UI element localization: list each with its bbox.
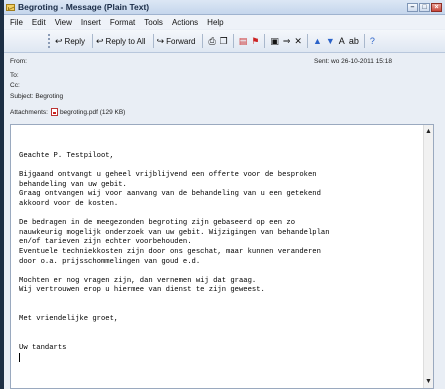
menu-help[interactable]: Help xyxy=(207,18,223,27)
previous-icon[interactable]: ▲ xyxy=(313,36,322,46)
body-line: Met vriendelijke groet, xyxy=(19,315,119,324)
body-line: Wij vertrouwen erop u hiermee van dienst… xyxy=(19,286,265,295)
print-icon[interactable]: ⎙ xyxy=(208,36,215,47)
menu-file[interactable]: File xyxy=(10,18,23,27)
message-body[interactable]: Geachte P. Testpiloot, Bijgaand ontvangt… xyxy=(10,124,434,389)
to-label: To: xyxy=(10,72,19,79)
subject-label: Subject: xyxy=(10,93,34,100)
forward-button[interactable]: ↪ Forward xyxy=(157,36,196,47)
address-book-icon[interactable]: ▣ xyxy=(270,36,279,47)
menu-insert[interactable]: Insert xyxy=(81,18,101,27)
subject-value: Begroting xyxy=(35,93,64,100)
pdf-icon xyxy=(50,108,58,116)
toolbar-separator xyxy=(264,34,266,48)
font-size-icon[interactable]: A xyxy=(339,36,345,46)
forward-label: Forward xyxy=(166,36,196,46)
toolbar-separator xyxy=(152,34,154,48)
reply-all-label: Reply to All xyxy=(105,36,146,46)
body-line xyxy=(19,325,417,335)
sent-label: Sent: xyxy=(314,58,330,65)
body-line: Eventuele techniekkosten zijn door ons g… xyxy=(19,247,321,256)
scroll-up-icon[interactable]: ▲ xyxy=(424,127,433,136)
menu-bar: File Edit View Insert Format Tools Actio… xyxy=(4,15,445,29)
attachment-link[interactable]: begroting.pdf (129 KB) xyxy=(60,109,125,116)
toolbar-grip[interactable] xyxy=(48,34,53,48)
toolbar-separator xyxy=(232,34,234,48)
minimize-button[interactable]: – xyxy=(407,2,418,12)
body-line xyxy=(19,210,417,220)
body-line xyxy=(19,267,417,277)
sent-value: wo 26-10-2011 15:18 xyxy=(331,58,392,65)
toolbar-separator xyxy=(202,34,204,48)
reply-all-button[interactable]: ↩ Reply to All xyxy=(96,36,146,47)
categorize-icon[interactable]: ▤ xyxy=(239,36,248,47)
message-header: From: Sent: wo 26-10-2011 15:18 To: Cc: … xyxy=(4,53,445,119)
envelope-icon xyxy=(6,3,15,11)
delete-icon[interactable]: ✕ xyxy=(294,36,302,47)
move-icon[interactable]: ⇒ xyxy=(283,36,291,47)
scroll-down-icon[interactable]: ▼ xyxy=(424,377,433,386)
next-icon[interactable]: ▼ xyxy=(326,36,335,46)
body-line xyxy=(19,334,417,344)
body-line: Bijgaand ontvangt u geheel vrijblijvend … xyxy=(19,171,317,180)
close-button[interactable]: × xyxy=(431,2,442,12)
cc-label: Cc: xyxy=(10,82,20,89)
body-line: akkoord voor de kosten. xyxy=(19,199,119,208)
body-line: en/of tarieven zijn echter voorbehouden. xyxy=(19,238,192,247)
window-title: Begroting - Message (Plain Text) xyxy=(18,2,150,12)
encoding-icon[interactable]: ab xyxy=(349,36,359,46)
body-line: Geachte P. Testpiloot, xyxy=(19,152,114,160)
menu-actions[interactable]: Actions xyxy=(172,18,198,27)
sent-field: Sent: wo 26-10-2011 15:18 xyxy=(314,58,392,65)
copy-icon[interactable]: ❐ xyxy=(220,36,228,47)
body-line: De bedragen in de meegezonden begroting … xyxy=(19,219,296,228)
menu-format[interactable]: Format xyxy=(110,18,135,27)
toolbar-separator xyxy=(92,34,93,48)
body-line: nauwkeurig mogelijk onderzoek van uw geb… xyxy=(19,228,330,237)
menu-tools[interactable]: Tools xyxy=(144,18,163,27)
text-cursor xyxy=(19,353,417,363)
reply-label: Reply xyxy=(64,36,85,46)
vertical-scrollbar[interactable]: ▲ ▼ xyxy=(423,125,433,388)
body-line: Graag ontvangen wij voor aanvang van de … xyxy=(19,190,321,199)
body-line: Mochten er nog vragen zijn, dan vernemen… xyxy=(19,276,257,285)
reply-icon: ↩ xyxy=(55,35,63,46)
toolbar-separator xyxy=(363,34,365,48)
body-line: Uw tandarts xyxy=(19,343,67,352)
from-label: From: xyxy=(10,58,27,65)
window-controls: – □ × xyxy=(407,2,442,12)
attachments-label: Attachments: xyxy=(10,108,48,116)
body-line: door o.a. prijsschommelingen van goud e.… xyxy=(19,257,201,266)
flag-icon[interactable]: ⚑ xyxy=(251,36,259,47)
title-bar: Begroting - Message (Plain Text) – □ × xyxy=(4,0,445,15)
toolbar: ↩ Reply ↩ Reply to All ↪ Forward ⎙ ❐ ▤ ⚑… xyxy=(4,30,445,53)
help-icon[interactable]: ? xyxy=(370,36,375,46)
body-line xyxy=(19,162,417,172)
reply-button[interactable]: ↩ Reply xyxy=(55,36,85,47)
body-line: behandeling van uw gebit. xyxy=(19,180,127,189)
reply-all-icon: ↩ xyxy=(96,35,104,46)
forward-icon: ↪ xyxy=(156,35,165,46)
message-text: Geachte P. Testpiloot, Bijgaand ontvangt… xyxy=(19,152,417,363)
body-line xyxy=(19,296,417,306)
maximize-button[interactable]: □ xyxy=(419,2,430,12)
body-line xyxy=(19,306,417,316)
menu-view[interactable]: View xyxy=(55,18,72,27)
toolbar-separator xyxy=(306,34,308,48)
subject-row: Subject: Begroting xyxy=(10,93,63,100)
attachments-row: Attachments: begroting.pdf (129 KB) xyxy=(10,108,125,116)
menu-edit[interactable]: Edit xyxy=(32,18,46,27)
message-window: Begroting - Message (Plain Text) – □ × F… xyxy=(0,0,445,389)
